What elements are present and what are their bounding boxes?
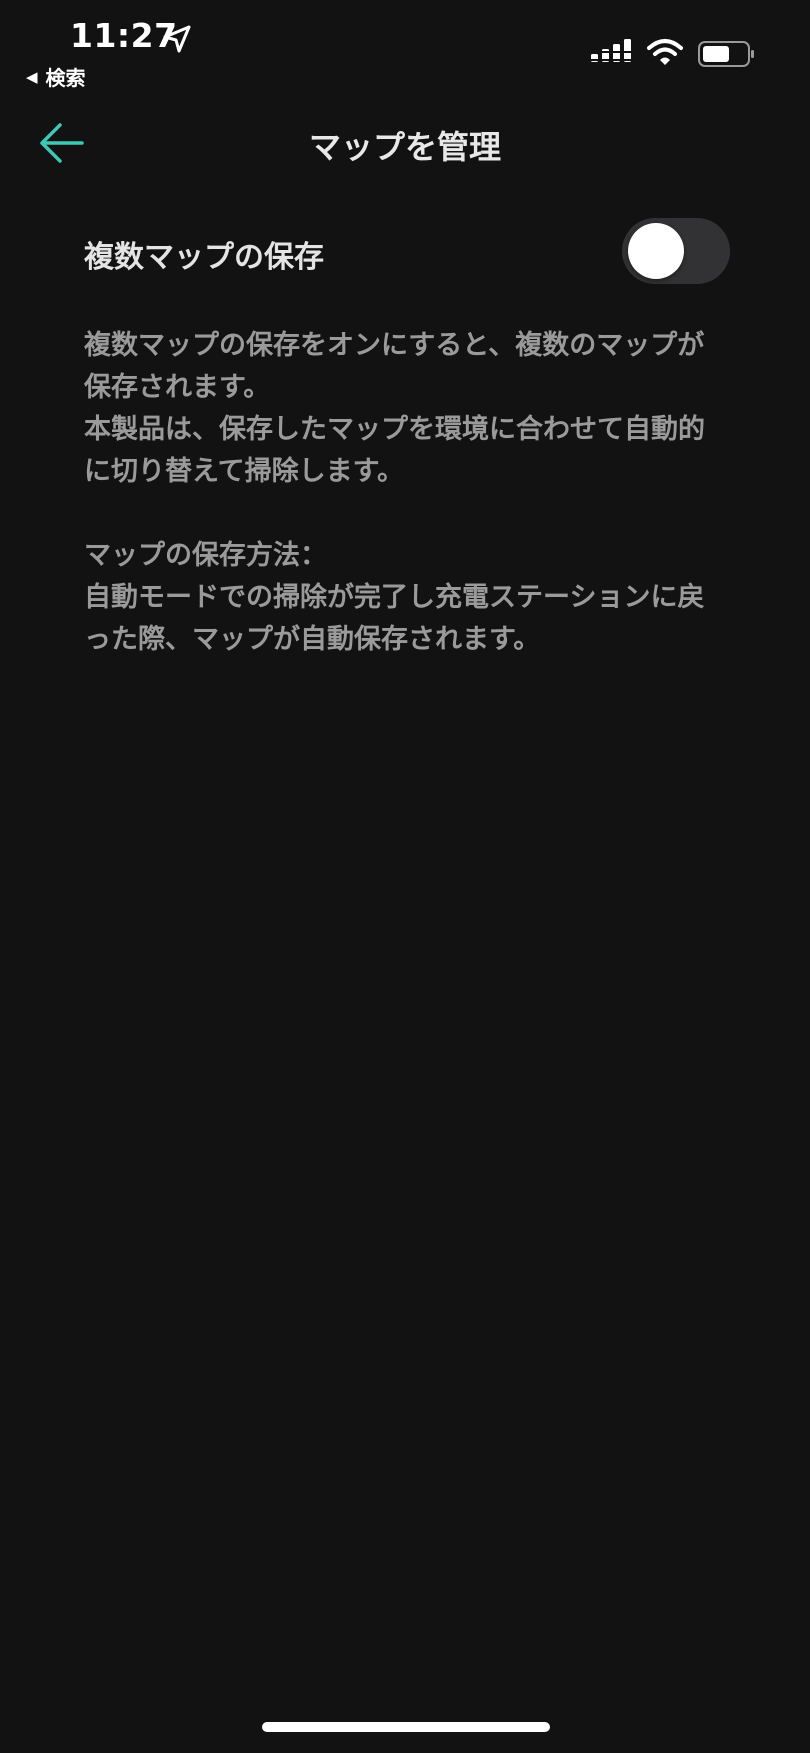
description-heading: マップの保存方法： [84,540,327,571]
home-indicator[interactable] [262,1722,550,1732]
multi-map-toggle[interactable] [622,218,730,284]
multi-map-setting-row: 複数マップの保存 [84,216,730,286]
wifi-icon [647,39,683,65]
location-arrow-icon [163,25,191,53]
back-to-app-label: 検索 [45,66,86,90]
page-title: マップを管理 [308,128,501,166]
nav-header: マップを管理 [0,100,810,186]
status-bar: 11:27 ◀ 検索 [0,0,810,96]
signal-icon [591,39,631,67]
battery-icon [698,41,754,67]
description: 複数マップの保存をオンにすると、複数のマップが保存されます。 本製品は、保存した… [84,325,730,661]
description-paragraph: 自動モードでの掃除が完了し充電ステーションに戻った際、マップが自動保存されます。 [84,582,705,655]
description-paragraph: 本製品は、保存したマップを環境に合わせて自動的に切り替えて掃除します。 [84,414,705,487]
toggle-knob [628,223,684,279]
back-triangle-icon: ◀ [26,67,38,86]
description-paragraph: 複数マップの保存をオンにすると、複数のマップが保存されます。 [84,330,705,403]
back-to-app-link[interactable]: ◀ 検索 [26,62,86,91]
multi-map-label: 複数マップの保存 [84,240,324,275]
